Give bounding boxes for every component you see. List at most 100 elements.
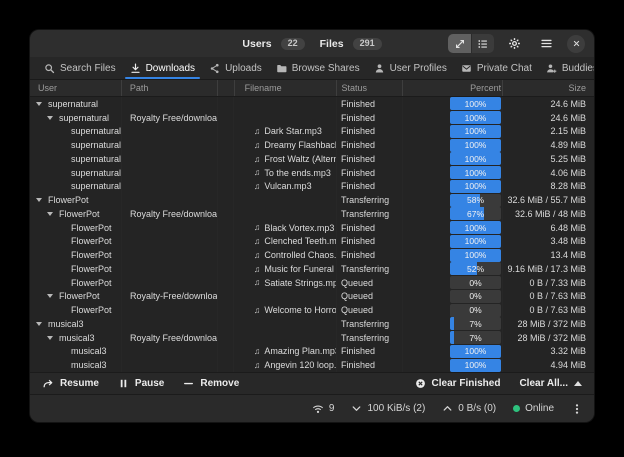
table-row[interactable]: musical3♫Amazing Plan.mp3Finished100%3.3… bbox=[30, 345, 594, 359]
connect-toggle-button[interactable] bbox=[448, 34, 471, 53]
upload-speed-value: 0 B/s (0) bbox=[458, 403, 496, 414]
tab-buddies[interactable]: Buddies bbox=[539, 57, 594, 79]
expander-triangle-icon[interactable] bbox=[47, 294, 53, 298]
files-label: Files bbox=[320, 38, 344, 50]
column-header-status[interactable]: Status bbox=[337, 80, 403, 96]
progress-bar: 100% bbox=[450, 345, 501, 358]
table-row[interactable]: supernatural♫Dreamy Flashback.mp3Finishe… bbox=[30, 138, 594, 152]
filename-cell bbox=[234, 317, 337, 331]
remove-button[interactable]: Remove bbox=[183, 378, 239, 389]
tab-search-files[interactable]: Search Files bbox=[37, 57, 123, 79]
spacer-cell bbox=[218, 331, 234, 345]
download-speed-indicator[interactable]: 100 KiB/s (2) bbox=[351, 403, 425, 414]
music-note-icon: ♫ bbox=[254, 168, 260, 177]
clear-finished-icon bbox=[415, 378, 426, 389]
tab-label: Buddies bbox=[562, 63, 594, 74]
minus-icon bbox=[183, 378, 194, 389]
table-row[interactable]: FlowerPot♫Controlled Chaos.mp3Finished10… bbox=[30, 248, 594, 262]
expander-triangle-icon[interactable] bbox=[36, 198, 42, 202]
table-row[interactable]: FlowerPot♫Satiate Strings.mp3Queued0%0 B… bbox=[30, 276, 594, 290]
column-header-user[interactable]: User bbox=[30, 80, 122, 96]
table-row[interactable]: supernatural♫Frost Waltz (Alternate).mp3… bbox=[30, 152, 594, 166]
column-header-percent[interactable]: Percent bbox=[403, 80, 503, 96]
user-cell: FlowerPot bbox=[30, 303, 122, 317]
size-cell: 24.6 MiB bbox=[503, 97, 594, 111]
clear-all-label: Clear All... bbox=[519, 378, 568, 389]
table-row[interactable]: musical3Transferring7%28 MiB / 372 MiB bbox=[30, 317, 594, 331]
progress-percent-label: 100% bbox=[450, 111, 501, 124]
expander-triangle-icon[interactable] bbox=[36, 102, 42, 106]
spacer-cell bbox=[218, 138, 234, 152]
table-row[interactable]: supernaturalRoyalty Free/downloads/nicot… bbox=[30, 111, 594, 125]
progress-bar: 0% bbox=[450, 304, 501, 317]
table-row[interactable]: FlowerPot♫Black Vortex.mp3Finished100%6.… bbox=[30, 221, 594, 235]
spacer-cell bbox=[218, 276, 234, 290]
percent-cell: 0% bbox=[403, 303, 503, 317]
spacer-cell bbox=[218, 303, 234, 317]
progress-bar: 58% bbox=[450, 194, 501, 207]
size-cell: 6.48 MiB bbox=[503, 221, 594, 235]
column-header-icon[interactable] bbox=[218, 80, 235, 96]
status-cell: Transferring bbox=[337, 331, 403, 345]
size-cell: 28 MiB / 372 MiB bbox=[503, 331, 594, 345]
chevron-up-speed-icon bbox=[442, 403, 453, 414]
filename-cell: ♫Black Vortex.mp3 bbox=[234, 221, 337, 235]
view-list-button[interactable] bbox=[471, 34, 494, 53]
progress-percent-label: 0% bbox=[450, 276, 501, 289]
tab-uploads[interactable]: Uploads bbox=[202, 57, 269, 79]
search-icon bbox=[44, 63, 55, 74]
tab-downloads[interactable]: Downloads bbox=[123, 57, 202, 79]
table-row[interactable]: supernatural♫To the ends.mp3Finished100%… bbox=[30, 166, 594, 180]
expander-triangle-icon[interactable] bbox=[36, 322, 42, 326]
percent-cell: 100% bbox=[403, 125, 503, 139]
online-status[interactable]: Online bbox=[513, 403, 554, 414]
filename-cell: ♫Music for Funeral Home - Part 1 bbox=[234, 262, 337, 276]
user-cell: supernatural bbox=[30, 166, 122, 180]
resume-button[interactable]: Resume bbox=[42, 378, 99, 390]
preferences-button[interactable] bbox=[503, 34, 526, 53]
user-cell: supernatural bbox=[30, 111, 122, 125]
expander-triangle-icon[interactable] bbox=[47, 336, 53, 340]
table-row[interactable]: FlowerPotRoyalty Free/downloads/nicotiTr… bbox=[30, 207, 594, 221]
table-row[interactable]: musical3♫Angevin 120 loop.mp3Finished100… bbox=[30, 358, 594, 372]
expander-triangle-icon[interactable] bbox=[47, 116, 53, 120]
pause-button[interactable]: Pause bbox=[118, 378, 164, 389]
close-window-button[interactable] bbox=[567, 35, 585, 53]
table-row[interactable]: supernatural♫Dark Star.mp3Finished100%2.… bbox=[30, 125, 594, 139]
spacer-cell bbox=[218, 152, 234, 166]
clear-all-button[interactable]: Clear All... bbox=[519, 378, 582, 389]
filename-cell: ♫Welcome to HorrorLand - hi.mp3 bbox=[234, 303, 337, 317]
table-row[interactable]: FlowerPot ♫Music for Funeral Home - Part … bbox=[30, 262, 594, 276]
column-header-filename[interactable]: Filename bbox=[235, 80, 338, 96]
tab-user-profiles[interactable]: User Profiles bbox=[367, 57, 454, 79]
user-name: FlowerPot bbox=[71, 305, 112, 315]
tab-private-chat[interactable]: Private Chat bbox=[454, 57, 539, 79]
path-cell bbox=[122, 276, 218, 290]
table-row[interactable]: FlowerPotTransferring58%32.6 MiB / 55.7 … bbox=[30, 193, 594, 207]
status-menu-button[interactable] bbox=[571, 403, 583, 415]
column-header-path[interactable]: Path bbox=[122, 80, 218, 96]
clear-finished-button[interactable]: Clear Finished bbox=[415, 378, 501, 389]
table-row[interactable]: FlowerPot ♫Welcome to HorrorLand - hi.mp3… bbox=[30, 303, 594, 317]
tab-browse-shares[interactable]: Browse Shares bbox=[269, 57, 367, 79]
size-cell: 5.25 MiB bbox=[503, 152, 594, 166]
table-row[interactable]: FlowerPotRoyalty-Free/downloads/nicotiQu… bbox=[30, 290, 594, 304]
progress-percent-label: 100% bbox=[450, 180, 501, 193]
table-row[interactable]: FlowerPot♫Clenched Teeth.mp3Finished100%… bbox=[30, 235, 594, 249]
expander-triangle-icon[interactable] bbox=[47, 212, 53, 216]
spacer-cell bbox=[218, 235, 234, 249]
status-cell: Finished bbox=[337, 180, 403, 194]
table-row[interactable]: supernatural♫Vulcan.mp3Finished100%8.28 … bbox=[30, 180, 594, 194]
tab-label: User Profiles bbox=[390, 63, 447, 74]
main-menu-button[interactable] bbox=[535, 34, 558, 53]
table-row[interactable]: musical3Royalty Free/downloads/nicotiTra… bbox=[30, 331, 594, 345]
column-header-size[interactable]: Size bbox=[503, 80, 594, 96]
user-cell: FlowerPot bbox=[30, 262, 122, 276]
filename-text: Angevin 120 loop.mp3 bbox=[264, 360, 337, 370]
status-cell: Transferring bbox=[337, 207, 403, 221]
connections-indicator[interactable]: 9 bbox=[312, 403, 335, 415]
upload-speed-indicator[interactable]: 0 B/s (0) bbox=[442, 403, 496, 414]
user-cell: musical3 bbox=[30, 345, 122, 359]
filename-cell bbox=[234, 290, 337, 304]
table-row[interactable]: supernaturalFinished100%24.6 MiB bbox=[30, 97, 594, 111]
